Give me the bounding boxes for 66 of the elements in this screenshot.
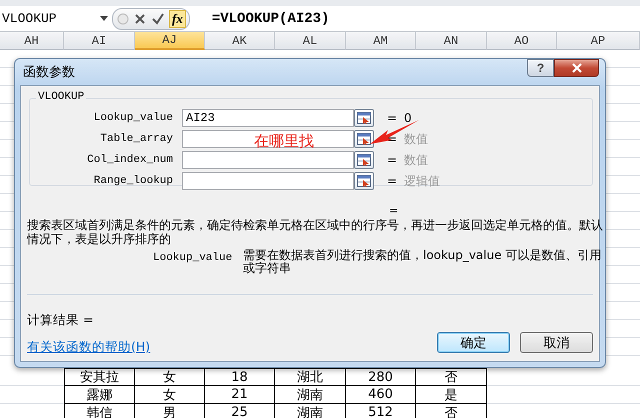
equals-sign: =	[386, 153, 398, 167]
argument-label: Range_lookup	[92, 175, 174, 187]
range-select-icon	[357, 111, 371, 125]
formula-text[interactable]: =VLOOKUP(AI23)	[212, 10, 330, 26]
dialog-button[interactable]: 确定	[437, 332, 510, 353]
checkmark-icon[interactable]	[151, 12, 165, 26]
table-cell: 湖南	[275, 386, 346, 404]
column-header[interactable]: AO	[487, 32, 557, 50]
table-cell: 露娜	[64, 386, 135, 404]
argument-field[interactable]	[182, 130, 354, 148]
argument-field[interactable]: AI23	[182, 109, 354, 127]
dialog-title: 函数参数	[23, 64, 75, 80]
column-header[interactable]: AK	[205, 32, 275, 50]
column-header[interactable]: AJ	[135, 32, 205, 50]
table-cell: 是	[416, 386, 487, 404]
argument-help-name: Lookup_value	[153, 252, 232, 264]
range-select-icon	[357, 174, 371, 188]
dropdown-caret-icon	[100, 16, 108, 21]
column-header[interactable]: AH	[0, 32, 64, 50]
argument-result: 逻辑值	[404, 172, 440, 190]
equals-sign: =	[386, 174, 398, 188]
calculation-result: 计算结果 =	[27, 312, 94, 329]
argument-result: 数值	[404, 130, 428, 148]
table-cell: 25	[205, 404, 275, 418]
name-box[interactable]: VLOOKUP	[0, 8, 112, 30]
dialog-button[interactable]: 取消	[520, 332, 593, 353]
table-cell: 男	[135, 404, 205, 418]
column-header[interactable]: AN	[416, 32, 487, 50]
equals-sign: =	[386, 132, 398, 146]
table-cell: 21	[205, 386, 275, 404]
argument-result: 数值	[404, 152, 428, 168]
range-select-icon	[357, 153, 371, 167]
cancel-icon[interactable]	[133, 12, 147, 26]
table-cell: 512	[346, 404, 416, 418]
function-description: 搜索表区域首列满足条件的元素，确定待检索单元格在区域中的行序号，再进一步返回选定单元格的值。默认情况下，表是以升序排序的	[27, 218, 603, 246]
table-cell: 安其拉	[64, 368, 135, 386]
range-select-button[interactable]	[354, 151, 374, 169]
argument-label: Table_array	[99, 133, 174, 145]
argument-label: Lookup_value	[92, 112, 174, 124]
equals-sign: =	[386, 111, 398, 125]
circle-icon	[117, 12, 129, 24]
column-header[interactable]: AI	[64, 32, 135, 50]
argument-field[interactable]	[182, 172, 354, 190]
table-cell: 女	[135, 386, 205, 404]
formula-result: =	[389, 204, 398, 217]
range-select-button[interactable]	[354, 130, 374, 148]
range-select-icon	[357, 132, 371, 146]
column-header[interactable]: AM	[346, 32, 416, 50]
help-button[interactable]: ?	[527, 59, 554, 77]
range-select-button[interactable]	[354, 172, 374, 190]
column-header[interactable]: AP	[557, 32, 640, 50]
table-cell: 韩信	[64, 404, 135, 418]
help-link[interactable]: 有关该函数的帮助(H)	[27, 339, 150, 356]
insert-function-button[interactable]: fx	[169, 10, 186, 28]
table-cell: 460	[346, 386, 416, 404]
close-icon	[570, 63, 582, 73]
argument-field[interactable]	[182, 151, 354, 169]
argument-result: 0	[404, 111, 412, 125]
annotation-text: 在哪里找	[254, 132, 314, 151]
column-header[interactable]: AL	[275, 32, 346, 50]
table-cell: 否	[416, 404, 487, 418]
argument-label: Col_index_num	[86, 154, 174, 166]
close-button[interactable]	[554, 59, 599, 77]
argument-help-text: 需要在数据表首列进行搜索的值，lookup_value 可以是数值、引用或字符串	[243, 249, 602, 275]
table-cell: 湖南	[275, 404, 346, 418]
range-select-button[interactable]	[354, 109, 374, 127]
